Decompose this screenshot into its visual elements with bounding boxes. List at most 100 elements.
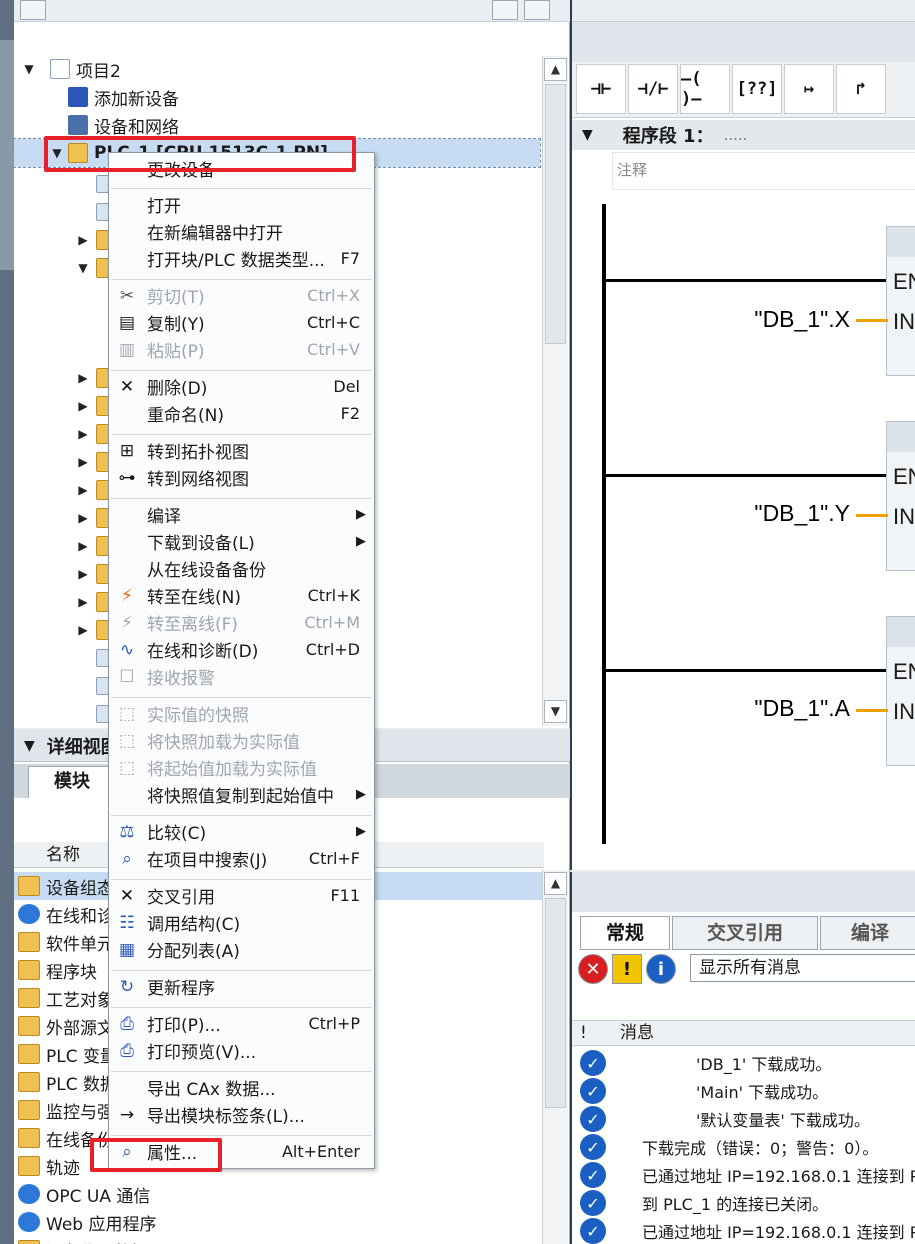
collapse-arrow-icon[interactable]: ▼	[24, 738, 35, 754]
tree-toolbar-icon[interactable]	[20, 0, 46, 20]
normally-open-contact-icon[interactable]: ⊣⊢	[576, 64, 626, 114]
overview-icon[interactable]	[524, 0, 550, 20]
error-filter-icon[interactable]: ✕	[578, 954, 608, 984]
expand-arrow-icon[interactable]: ▶	[76, 539, 90, 553]
warning-filter-icon[interactable]: !	[612, 954, 642, 984]
menu-item-rename[interactable]: 重命名(N) F2	[109, 400, 374, 427]
menu-item-snapshot-actual[interactable]: ⬚ 实际值的快照	[109, 700, 374, 727]
menu-icon-blank	[115, 248, 139, 270]
table-view-icon[interactable]	[492, 0, 518, 20]
tab-modules[interactable]: 模块	[28, 766, 116, 798]
menu-item-export-cax[interactable]: 导出 CAx 数据...	[109, 1074, 374, 1101]
details-list-item[interactable]: OPC UA 通信	[14, 1180, 544, 1208]
tab-cross-references[interactable]: 交叉引用	[672, 916, 818, 950]
tree-item-add-device[interactable]: 添加新设备	[14, 83, 540, 111]
network-header[interactable]: ▼ 程序段 1： .....	[572, 120, 915, 150]
move-function-block[interactable]: EN IN	[886, 616, 915, 766]
coil-icon[interactable]: –( )–	[680, 64, 730, 114]
close-branch-icon[interactable]: ↱	[836, 64, 886, 114]
normally-closed-contact-icon[interactable]: ⊣/⊢	[628, 64, 678, 114]
open-branch-icon[interactable]: ↦	[784, 64, 834, 114]
tree-item-devices-networks[interactable]: 设备和网络	[14, 111, 540, 139]
menu-item-copy-snapshot-start[interactable]: 将快照值复制到起始值中 ▶	[109, 781, 374, 808]
tree-scrollbar[interactable]: ▲ ▼	[542, 56, 568, 726]
menu-item-print[interactable]: ⎙ 打印(P)... Ctrl+P	[109, 1010, 374, 1037]
network-comment-field[interactable]: 注释	[612, 152, 915, 190]
menu-item-print-preview[interactable]: ⎙ 打印预览(V)...	[109, 1037, 374, 1064]
collapse-arrow-icon[interactable]: ▼	[582, 127, 593, 143]
message-row[interactable]: ✓ '默认变量表' 下载成功。	[580, 1105, 915, 1133]
operand-db1-x[interactable]: "DB_1".X	[700, 306, 850, 333]
menu-item-receive-alarms[interactable]: ☐ 接收报警	[109, 663, 374, 690]
scroll-up-icon[interactable]: ▲	[544, 58, 567, 81]
scrollbar-thumb[interactable]	[545, 898, 566, 1108]
menu-item-update-program[interactable]: ↻ 更新程序	[109, 973, 374, 1000]
operand-db1-a[interactable]: "DB_1".A	[700, 695, 850, 722]
message-row[interactable]: ✓ 已通过地址 IP=192.168.0.1 连接到 PLC_1。	[580, 1161, 915, 1189]
column-message[interactable]: 消息	[620, 1021, 654, 1045]
tree-item-project[interactable]: ▼ 项目2	[14, 55, 540, 83]
menu-item-open-block[interactable]: 打开块/PLC 数据类型... F7	[109, 245, 374, 272]
expand-arrow-icon[interactable]: ▼	[22, 62, 36, 76]
menu-item-export-labels[interactable]: → 导出模块标签条(L)...	[109, 1101, 374, 1128]
scroll-down-icon[interactable]: ▼	[544, 700, 567, 723]
expand-arrow-icon[interactable]: ▶	[76, 233, 90, 247]
message-row[interactable]: ✓ 下载完成（错误：0；警告：0）。	[580, 1133, 915, 1161]
expand-arrow-icon[interactable]: ▶	[76, 371, 90, 385]
menu-item-delete[interactable]: ✕ 删除(D) Del	[109, 373, 374, 400]
menu-item-paste[interactable]: ▥ 粘贴(P) Ctrl+V	[109, 336, 374, 363]
menu-item-go-online[interactable]: ⚡ 转至在线(N) Ctrl+K	[109, 582, 374, 609]
empty-box-icon[interactable]: [??]	[732, 64, 782, 114]
success-check-icon: ✓	[580, 1218, 606, 1244]
left-strip-tab[interactable]	[0, 40, 14, 270]
operand-db1-y[interactable]: "DB_1".Y	[700, 500, 850, 527]
expand-arrow-icon[interactable]: ▶	[76, 567, 90, 581]
expand-arrow-icon[interactable]: ▶	[76, 511, 90, 525]
message-row[interactable]: ✓ 'Main' 下载成功。	[580, 1077, 915, 1105]
menu-item-label: 更新程序	[147, 979, 215, 999]
scrollbar-thumb[interactable]	[545, 84, 566, 344]
topology-icon: ⊞	[119, 440, 135, 461]
expand-arrow-icon[interactable]: ▶	[76, 623, 90, 637]
move-function-block[interactable]: EN IN	[886, 226, 915, 376]
diagnostics-icon: ∿	[119, 639, 135, 660]
scroll-up-icon[interactable]: ▲	[544, 872, 567, 895]
menu-item-copy[interactable]: ▤ 复制(Y) Ctrl+C	[109, 309, 374, 336]
menu-item-search-project[interactable]: ⌕ 在项目中搜索(J) Ctrl+F	[109, 845, 374, 872]
message-filter-select[interactable]: 显示所有消息	[690, 954, 915, 982]
expand-arrow-icon[interactable]: ▶	[76, 455, 90, 469]
menu-item-compile[interactable]: 编译 ▶	[109, 501, 374, 528]
menu-item-online-diagnostics[interactable]: ∿ 在线和诊断(D) Ctrl+D	[109, 636, 374, 663]
menu-item-open-new-editor[interactable]: 在新编辑器中打开	[109, 218, 374, 245]
tab-general[interactable]: 常规	[580, 916, 670, 950]
expand-arrow-icon[interactable]: ▶	[76, 399, 90, 413]
menu-item-compare[interactable]: ⚖ 比较(C) ▶	[109, 818, 374, 845]
expand-arrow-icon[interactable]: ▶	[76, 483, 90, 497]
message-row[interactable]: ✓ 'DB_1' 下载成功。	[580, 1049, 915, 1077]
menu-item-assignment-list[interactable]: ▦ 分配列表(A)	[109, 936, 374, 963]
expand-arrow-icon[interactable]: ▼	[76, 261, 90, 275]
menu-item-goto-network[interactable]: ⊶ 转到网络视图	[109, 464, 374, 491]
menu-item-download-to-device[interactable]: 下载到设备(L) ▶	[109, 528, 374, 555]
details-list-item[interactable]: Web 应用程序	[14, 1208, 544, 1236]
info-filter-icon[interactable]: i	[646, 954, 676, 984]
message-row[interactable]: ✓ 到 PLC_1 的连接已关闭。	[580, 1189, 915, 1217]
menu-item-load-snapshot[interactable]: ⬚ 将快照加载为实际值	[109, 727, 374, 754]
message-row[interactable]: ✓ 已通过地址 IP=192.168.0.1 连接到 PLC_1。	[580, 1217, 915, 1244]
expand-arrow-icon[interactable]: ▶	[76, 427, 90, 441]
details-list-item[interactable]: 设备代理数据	[14, 1236, 544, 1244]
tab-compile[interactable]: 编译	[820, 916, 915, 950]
menu-item-goto-topology[interactable]: ⊞ 转到拓扑视图	[109, 437, 374, 464]
column-severity[interactable]: !	[580, 1021, 587, 1045]
menu-item-backup-online[interactable]: 从在线设备备份	[109, 555, 374, 582]
move-function-block[interactable]: EN IN	[886, 421, 915, 571]
expand-arrow-icon[interactable]: ▶	[76, 595, 90, 609]
menu-item-cut[interactable]: ✂ 剪切(T) Ctrl+X	[109, 282, 374, 309]
menu-item-cross-reference[interactable]: ✕ 交叉引用 F11	[109, 882, 374, 909]
details-scrollbar[interactable]: ▲	[542, 870, 568, 1244]
menu-item-call-structure[interactable]: ☷ 调用结构(C)	[109, 909, 374, 936]
menu-item-load-start-values[interactable]: ⬚ 将起始值加载为实际值	[109, 754, 374, 781]
pin-en: EN	[893, 269, 915, 294]
menu-item-go-offline[interactable]: ⚡ 转至离线(F) Ctrl+M	[109, 609, 374, 636]
menu-item-open[interactable]: 打开	[109, 191, 374, 218]
